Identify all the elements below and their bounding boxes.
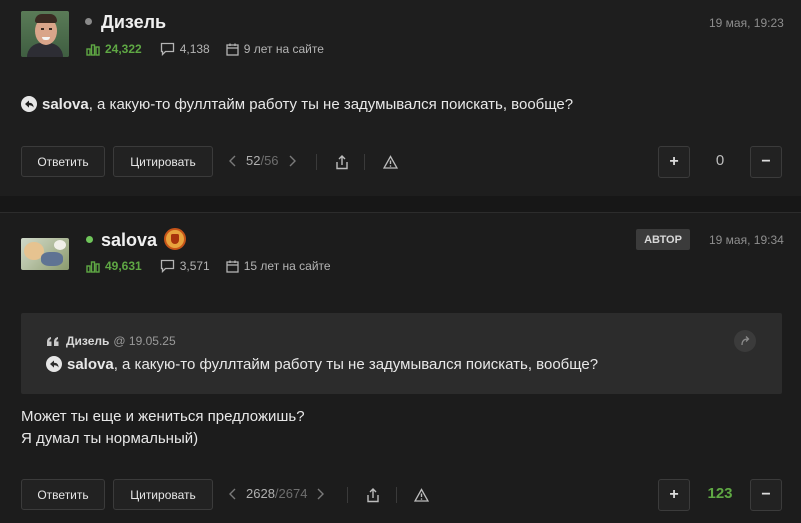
page-total: /56 [260, 153, 279, 168]
rating-stat: 24,322 [86, 42, 142, 56]
comment-icon [160, 42, 174, 56]
post-text: , а какую-то фуллтайм работу ты не задум… [88, 96, 574, 113]
page-total: /2674 [274, 486, 308, 501]
status-dot-offline [85, 18, 92, 25]
warning-icon [382, 155, 398, 169]
comments-stat: 3,571 [160, 259, 210, 273]
share-icon [367, 487, 379, 502]
share-button[interactable] [332, 152, 352, 172]
page-current: 52 [246, 153, 261, 168]
quote-icon [47, 336, 59, 346]
divider [396, 487, 397, 503]
avatar-dizel[interactable] [21, 11, 69, 57]
author-stats: 49,631 3,571 15 лет на сайте [86, 259, 347, 273]
comments-count: 4,138 [179, 42, 210, 56]
quote-author[interactable]: Дизель [66, 334, 109, 348]
mention-link[interactable]: salova [67, 356, 114, 373]
tenure-text: 9 лет на сайте [243, 42, 324, 56]
share-button[interactable] [363, 485, 383, 505]
report-button[interactable] [411, 485, 431, 505]
avatar-salova[interactable] [21, 238, 69, 270]
divider [347, 487, 348, 503]
reply-icon[interactable] [21, 96, 37, 112]
chevron-right-icon[interactable] [315, 487, 325, 501]
bar-chart-icon [86, 44, 100, 56]
report-button[interactable] [380, 152, 400, 172]
calendar-icon [226, 43, 239, 56]
quote-date: @ 19.05.25 [113, 334, 176, 348]
calendar-icon [226, 260, 239, 273]
warning-icon [413, 488, 429, 502]
comment-icon [160, 259, 174, 273]
post-text-line: Я думал ты нормальный) [21, 430, 199, 447]
pager: 2628/2674 [228, 486, 325, 501]
quote-body: salova, а какую-то фуллтайм работу ты не… [46, 356, 598, 373]
tenure-stat: 15 лет на сайте [226, 259, 331, 273]
post-separator [0, 196, 801, 213]
quote-button[interactable]: Цитировать [113, 146, 213, 177]
post-date: 19 мая, 19:34 [709, 233, 784, 247]
author-name[interactable]: Дизель [101, 12, 166, 33]
post-body: salova, а какую-то фуллтайм работу ты не… [21, 94, 573, 116]
upvote-button[interactable]: + [658, 479, 690, 511]
post-dizel: Дизель 19 мая, 19:23 24,322 4,138 9 лет … [0, 0, 801, 196]
comments-stat: 4,138 [160, 42, 210, 56]
status-dot-online [86, 236, 93, 243]
post-text-line: Может ты еще и жениться предложишь? [21, 408, 305, 425]
score: 0 [715, 152, 725, 169]
mention-link[interactable]: salova [42, 96, 89, 113]
jump-to-quote-icon [741, 336, 750, 346]
quote-button[interactable]: Цитировать [113, 479, 213, 510]
quote-text: , а какую-то фуллтайм работу ты не задум… [113, 356, 599, 373]
rating-value: 24,322 [105, 42, 142, 56]
page-current: 2628 [246, 486, 275, 501]
divider [316, 154, 317, 170]
quote-header: Дизель @ 19.05.25 [46, 334, 176, 348]
pager: 52/56 [228, 153, 297, 168]
share-icon [336, 154, 348, 169]
downvote-button[interactable]: − [750, 479, 782, 511]
chevron-left-icon[interactable] [228, 154, 238, 168]
reply-icon[interactable] [46, 356, 62, 372]
reply-button[interactable]: Ответить [21, 146, 105, 177]
rating-stat: 49,631 [86, 259, 142, 273]
downvote-button[interactable]: − [750, 146, 782, 178]
post-body: Может ты еще и жениться предложишь? Я ду… [21, 406, 305, 450]
reply-button[interactable]: Ответить [21, 479, 105, 510]
award-badge-icon[interactable] [164, 228, 186, 250]
bar-chart-icon [86, 261, 100, 273]
chevron-left-icon[interactable] [228, 487, 238, 501]
post-date: 19 мая, 19:23 [709, 16, 784, 30]
author-name[interactable]: salova [101, 230, 157, 251]
score: 123 [707, 485, 733, 502]
tenure-stat: 9 лет на сайте [226, 42, 324, 56]
divider [364, 154, 365, 170]
chevron-right-icon[interactable] [287, 154, 297, 168]
author-stats: 24,322 4,138 9 лет на сайте [86, 42, 340, 56]
tenure-text: 15 лет на сайте [243, 259, 331, 273]
author-badge: АВТОР [636, 229, 690, 250]
upvote-button[interactable]: + [658, 146, 690, 178]
comments-count: 3,571 [179, 259, 210, 273]
jump-to-quote-button[interactable] [734, 330, 756, 352]
quoted-message: Дизель @ 19.05.25 salova, а какую-то фул… [21, 313, 782, 394]
rating-value: 49,631 [105, 259, 142, 273]
